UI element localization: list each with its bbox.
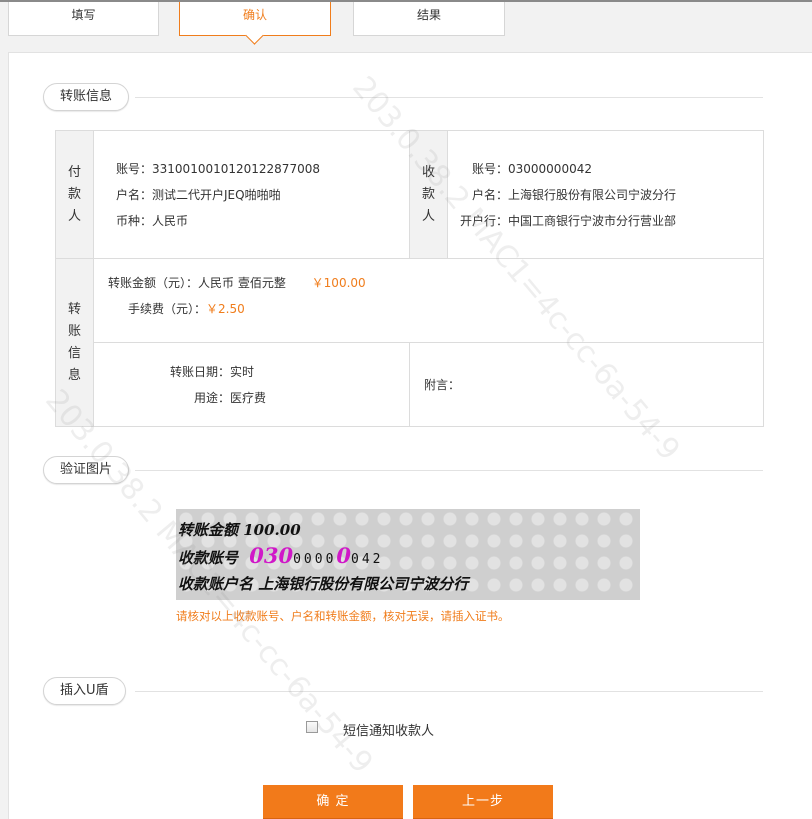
label-char: 息 bbox=[67, 367, 81, 383]
field-label: 附言： bbox=[424, 377, 461, 392]
payee-bank: 中国工商银行宁波市分行营业部 bbox=[508, 213, 677, 228]
section-title: 插入U盾 bbox=[43, 677, 126, 705]
transfer-date: 实时 bbox=[230, 364, 255, 379]
amount-row: 转账金额（元）：人民币 壹佰元整 ￥100.00 bbox=[108, 270, 763, 296]
field-label: 账号： bbox=[471, 161, 508, 176]
captcha-amount-line: 转账金额 100.00 bbox=[178, 521, 301, 539]
payer-name: 测试二代开户JEQ啪啪啪 bbox=[152, 187, 281, 202]
payee-name-row: 户名：上海银行股份有限公司宁波分行 bbox=[460, 182, 763, 208]
section-divider bbox=[135, 691, 763, 692]
label-char: 信 bbox=[67, 345, 81, 361]
confirm-button[interactable]: 确 定 bbox=[263, 785, 403, 819]
field-label: 币种： bbox=[116, 213, 153, 228]
insert-ukey-section-header: 插入U盾 bbox=[43, 677, 763, 707]
captcha-highlight-digits: 030 bbox=[249, 543, 294, 568]
captcha-highlight-digits: 0 bbox=[336, 543, 352, 568]
field-label: 用途： bbox=[193, 390, 230, 405]
step-tab-confirm[interactable]: 确认 bbox=[179, 2, 331, 45]
captcha-plain-digits: 0000 bbox=[293, 552, 337, 567]
step-tab-label: 填写 bbox=[71, 8, 96, 22]
payer-label: 付 款 人 bbox=[55, 130, 94, 259]
section-divider bbox=[135, 470, 763, 471]
amount-details: 转账金额（元）：人民币 壹佰元整 ￥100.00 手续费（元）：￥2.50 bbox=[93, 258, 764, 343]
label-char: 款 bbox=[67, 186, 81, 202]
date-row: 转账日期：实时 bbox=[94, 359, 409, 385]
amount-value: ￥100.00 bbox=[311, 276, 366, 290]
previous-step-button[interactable]: 上一步 bbox=[413, 785, 553, 819]
payer-account-row: 账号：3310010010120122877008 bbox=[116, 156, 409, 182]
label-char: 转 bbox=[67, 301, 81, 317]
payer-details: 账号：3310010010120122877008 户名：测试二代开户JEQ啪啪… bbox=[93, 130, 410, 259]
section-divider bbox=[135, 97, 763, 98]
label-char: 人 bbox=[421, 208, 435, 224]
field-label: 转账日期： bbox=[169, 364, 230, 379]
verification-image: 转账金额 100.00 收款账号 03000000042 收款账户名 上海银行股… bbox=[176, 509, 640, 600]
fee-value: ￥2.50 bbox=[206, 302, 245, 316]
step-tab-fill[interactable]: 填写 bbox=[8, 2, 159, 36]
date-purpose-details: 转账日期：实时 用途：医疗费 bbox=[93, 342, 410, 427]
transfer-purpose: 医疗费 bbox=[230, 390, 267, 405]
field-label: 账号： bbox=[116, 161, 153, 176]
payer-currency: 人民币 bbox=[152, 213, 189, 228]
field-label: 手续费（元）： bbox=[127, 302, 206, 316]
field-label: 转账金额（元）： bbox=[108, 276, 199, 290]
transfer-info-table: 付 款 人 账号：3310010010120122877008 户名：测试二代开… bbox=[55, 130, 764, 427]
payer-currency-row: 币种：人民币 bbox=[116, 208, 409, 234]
payee-account: 03000000042 bbox=[508, 161, 592, 176]
field-label: 户名： bbox=[116, 187, 153, 202]
fee-row: 手续费（元）：￥2.50 bbox=[108, 296, 763, 322]
payer-account: 3310010010120122877008 bbox=[152, 161, 320, 176]
label-char: 人 bbox=[67, 208, 81, 224]
section-title: 转账信息 bbox=[43, 83, 130, 111]
step-tab-result[interactable]: 结果 bbox=[353, 2, 505, 36]
label-char: 付 bbox=[67, 164, 81, 180]
captcha-plain-digits: 042 bbox=[351, 552, 384, 567]
label-char: 账 bbox=[67, 323, 81, 339]
step-tab-label: 结果 bbox=[416, 8, 441, 22]
payer-name-row: 户名：测试二代开户JEQ啪啪啪 bbox=[116, 182, 409, 208]
purpose-row: 用途：医疗费 bbox=[94, 385, 409, 411]
amount-in-words: 人民币 壹佰元整 bbox=[198, 276, 286, 290]
step-tab-label: 确认 bbox=[242, 8, 267, 22]
active-step-pointer bbox=[245, 26, 264, 45]
payee-name: 上海银行股份有限公司宁波分行 bbox=[508, 187, 677, 202]
payee-account-row: 账号：03000000042 bbox=[460, 156, 763, 182]
